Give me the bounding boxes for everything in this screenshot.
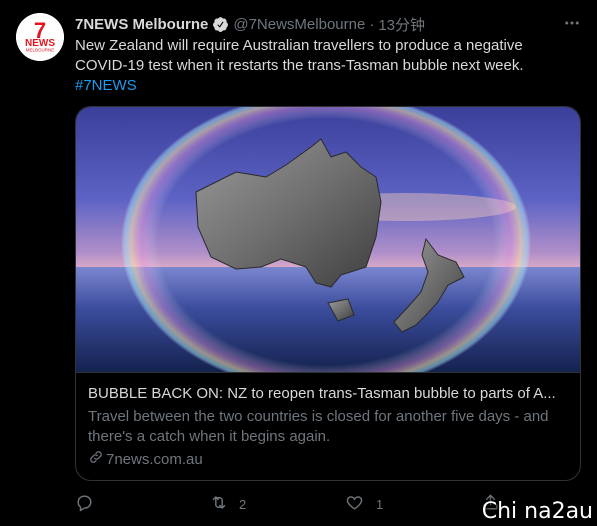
tweet-header: 7NEWS Melbourne @7NewsMelbourne · 13分钟 [75, 14, 577, 34]
tweet-body: New Zealand will require Australian trav… [75, 36, 575, 96]
card-domain[interactable]: 7news.com.au [88, 449, 568, 471]
tweet-actions: 2 1 [75, 493, 515, 515]
tweet-timestamp[interactable]: 13分钟 [378, 14, 425, 35]
separator-dot: · [369, 15, 375, 33]
card-image [76, 107, 580, 372]
avatar[interactable]: 7 NEWS MELBOURNE [16, 13, 64, 61]
account-handle[interactable]: @7NewsMelbourne [233, 16, 365, 33]
tweet-text: New Zealand will require Australian trav… [75, 37, 524, 74]
hashtag-link[interactable]: #7NEWS [75, 76, 575, 96]
verified-badge-icon [212, 16, 229, 33]
card-domain-text: 7news.com.au [106, 451, 203, 468]
retweet-count: 2 [239, 496, 247, 512]
reply-button[interactable] [75, 493, 108, 515]
retweet-button[interactable]: 2 [209, 493, 246, 515]
card-description: Travel between the two countries is clos… [88, 408, 549, 445]
more-icon[interactable] [561, 12, 583, 34]
svg-text:MELBOURNE: MELBOURNE [26, 48, 55, 53]
link-preview-card[interactable]: BUBBLE BACK ON: NZ to reopen trans-Tasma… [75, 106, 581, 481]
account-name[interactable]: 7NEWS Melbourne [75, 16, 208, 33]
like-button[interactable]: 1 [345, 493, 383, 515]
card-body: BUBBLE BACK ON: NZ to reopen trans-Tasma… [76, 372, 580, 480]
reply-icon [75, 493, 94, 515]
card-title[interactable]: BUBBLE BACK ON: NZ to reopen trans-Tasma… [88, 384, 568, 404]
like-icon [345, 493, 364, 515]
like-count: 1 [376, 496, 384, 512]
watermark-text: Chi na2au [481, 499, 593, 524]
retweet-icon [209, 493, 229, 515]
7news-logo: 7 NEWS MELBOURNE [16, 13, 64, 61]
link-icon [88, 449, 106, 471]
